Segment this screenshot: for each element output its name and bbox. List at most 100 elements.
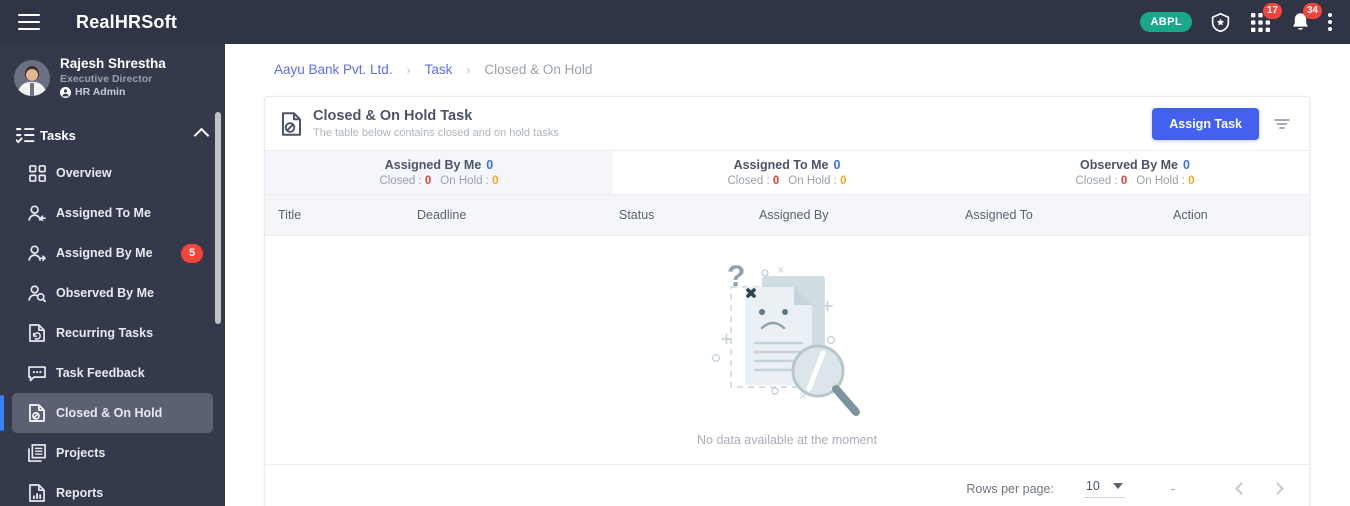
tasks-list-icon xyxy=(16,127,35,143)
pagination-range: - xyxy=(1170,481,1175,496)
stat-detail: Closed : 0 On Hold : 0 xyxy=(728,175,847,187)
sidebar-item-overview[interactable]: Overview xyxy=(12,153,213,193)
column-header-status: Status xyxy=(619,208,655,222)
file-blocked-icon xyxy=(28,404,46,422)
file-refresh-icon xyxy=(28,324,46,342)
next-page-button[interactable] xyxy=(1259,471,1295,506)
documents-stack-icon xyxy=(28,444,46,463)
stat-onhold-value: 0 xyxy=(1188,175,1195,187)
profile-name: Rajesh Shrestha xyxy=(60,56,166,71)
avatar xyxy=(14,59,50,96)
prev-page-button[interactable] xyxy=(1223,471,1259,506)
sidebar-section-label: Tasks xyxy=(40,127,76,143)
bell-icon[interactable]: 34 xyxy=(1288,3,1322,34)
closed-onhold-card: Closed & On Hold Task The table below co… xyxy=(264,96,1310,506)
stat-onhold-label: On Hold : xyxy=(788,175,837,187)
rows-per-page-label: Rows per page: xyxy=(966,481,1054,496)
sidebar-item-observed-by-me[interactable]: Observed By Me xyxy=(12,273,213,313)
brand-title: RealHRSoft xyxy=(76,11,178,32)
sidebar-section-tasks[interactable]: Tasks xyxy=(0,117,225,153)
sidebar-item-label: Assigned By Me xyxy=(56,246,153,261)
org-pill[interactable]: ABPL xyxy=(1140,12,1192,32)
sidebar-item-label: Assigned To Me xyxy=(56,206,151,221)
stat-detail: Closed : 0 On Hold : 0 xyxy=(380,175,499,187)
sidebar-scrollbar-thumb[interactable] xyxy=(215,112,221,324)
breadcrumb-item-1[interactable]: Task xyxy=(425,62,453,77)
chevron-up-icon[interactable] xyxy=(193,127,210,143)
sidebar-item-assigned-to-me[interactable]: Assigned To Me xyxy=(12,193,213,233)
sidebar-item-label: Recurring Tasks xyxy=(56,326,154,341)
stat-label: Assigned By Me xyxy=(384,158,482,172)
breadcrumb-separator: › xyxy=(466,62,471,77)
app-root: RealHRSoft ABPL 17 34 Rajesh Shrestha Ex… xyxy=(0,0,1350,506)
stat-title: Observed By Me 0 xyxy=(1080,158,1190,172)
assign-task-button[interactable]: Assign Task xyxy=(1152,107,1259,140)
sidebar: Rajesh Shrestha Executive Director HR Ad… xyxy=(0,44,225,506)
stat-closed-label: Closed : xyxy=(379,175,422,187)
top-bar-actions: ABPL 17 34 xyxy=(1140,3,1350,34)
sidebar-item-task-feedback[interactable]: Task Feedback xyxy=(12,353,213,393)
sidebar-scrollbar-track[interactable] xyxy=(215,46,223,504)
chevron-left-icon xyxy=(1234,482,1248,495)
column-header-deadline: Deadline xyxy=(417,208,467,222)
sidebar-nav-list: Overview Assigned To Me Assigned By Me 5 … xyxy=(0,153,225,506)
sidebar-item-recurring-tasks[interactable]: Recurring Tasks xyxy=(12,313,213,353)
breadcrumb-separator: › xyxy=(406,62,411,77)
sidebar-item-reports[interactable]: Reports xyxy=(12,473,213,506)
vertical-dots-icon[interactable] xyxy=(1328,13,1332,31)
stat-label: Observed By Me xyxy=(1080,158,1178,172)
card-header-actions: Assign Task xyxy=(1152,107,1291,140)
user-search-icon xyxy=(28,284,46,302)
grid-apps-icon[interactable]: 17 xyxy=(1248,3,1282,34)
sidebar-item-label: Reports xyxy=(56,486,104,501)
sidebar-item-closed-on-hold[interactable]: Closed & On Hold xyxy=(0,393,213,434)
stat-onhold-value: 0 xyxy=(492,175,499,187)
stat-closed-value: 0 xyxy=(1120,175,1128,187)
stat-panel-assigned-by-me[interactable]: Assigned By Me 0 Closed : 0 On Hold : 0 xyxy=(265,151,613,194)
card-title: Closed & On Hold Task xyxy=(313,107,473,124)
stat-count: 0 xyxy=(833,158,841,172)
sidebar-item-badge: 5 xyxy=(181,243,203,263)
svg-text:?: ? xyxy=(727,260,745,293)
sidebar-item-projects[interactable]: Projects xyxy=(12,433,213,473)
column-header-assigned-by: Assigned By xyxy=(759,208,829,222)
column-header-assigned-to: Assigned To xyxy=(965,208,1033,222)
profile-admin-label: HR Admin xyxy=(75,86,126,98)
column-header-title: Title xyxy=(278,208,302,222)
filter-icon[interactable] xyxy=(1273,115,1291,133)
bell-badge: 34 xyxy=(1302,3,1322,19)
profile-block[interactable]: Rajesh Shrestha Executive Director HR Ad… xyxy=(0,44,225,111)
hamburger-icon[interactable] xyxy=(18,14,40,30)
file-blocked-icon xyxy=(282,111,301,136)
rows-per-page-value: 10 xyxy=(1085,479,1100,493)
chat-dots-icon xyxy=(28,364,46,382)
card-subtitle: The table below contains closed and on h… xyxy=(313,126,559,139)
stat-closed-label: Closed : xyxy=(727,175,770,187)
apps-badge: 17 xyxy=(1262,3,1282,19)
stat-count: 0 xyxy=(1183,158,1190,172)
user-circle-icon xyxy=(60,87,71,99)
top-bar: RealHRSoft ABPL 17 34 xyxy=(0,0,1350,44)
grid-overview-icon xyxy=(28,164,46,182)
pagination-bar: Rows per page: 10 - xyxy=(265,464,1309,506)
card-header: Closed & On Hold Task The table below co… xyxy=(265,97,1309,150)
stat-onhold-value: 0 xyxy=(840,175,847,187)
shield-star-icon[interactable] xyxy=(1208,10,1232,34)
stats-bar: Assigned By Me 0 Closed : 0 On Hold : 0 Assi… xyxy=(265,150,1309,195)
stat-panel-observed-by-me[interactable]: Observed By Me 0 Closed : 0 On Hold : 0 xyxy=(961,151,1309,194)
user-arrow-out-icon xyxy=(28,244,46,262)
breadcrumb-item-0[interactable]: Aayu Bank Pvt. Ltd. xyxy=(274,62,393,77)
stat-title: Assigned By Me 0 xyxy=(385,158,494,172)
sidebar-item-assigned-by-me[interactable]: Assigned By Me 5 xyxy=(12,233,213,273)
stat-closed-value: 0 xyxy=(424,175,432,187)
no-data-document-magnifier-illustration: ? xyxy=(711,260,860,416)
column-header-action: Action xyxy=(1173,208,1208,222)
stat-label: Assigned To Me xyxy=(733,158,829,172)
sidebar-item-label: Closed & On Hold xyxy=(56,406,163,421)
breadcrumb-item-2: Closed & On Hold xyxy=(484,62,593,77)
stat-panel-assigned-to-me[interactable]: Assigned To Me 0 Closed : 0 On Hold : 0 xyxy=(613,151,961,194)
rows-per-page-select[interactable]: 10 xyxy=(1083,479,1125,498)
empty-state-message: No data available at the moment xyxy=(697,432,877,447)
stat-onhold-label: On Hold : xyxy=(1136,175,1185,187)
main-content: Aayu Bank Pvt. Ltd. › Task › Closed & On Hol… xyxy=(225,44,1350,506)
